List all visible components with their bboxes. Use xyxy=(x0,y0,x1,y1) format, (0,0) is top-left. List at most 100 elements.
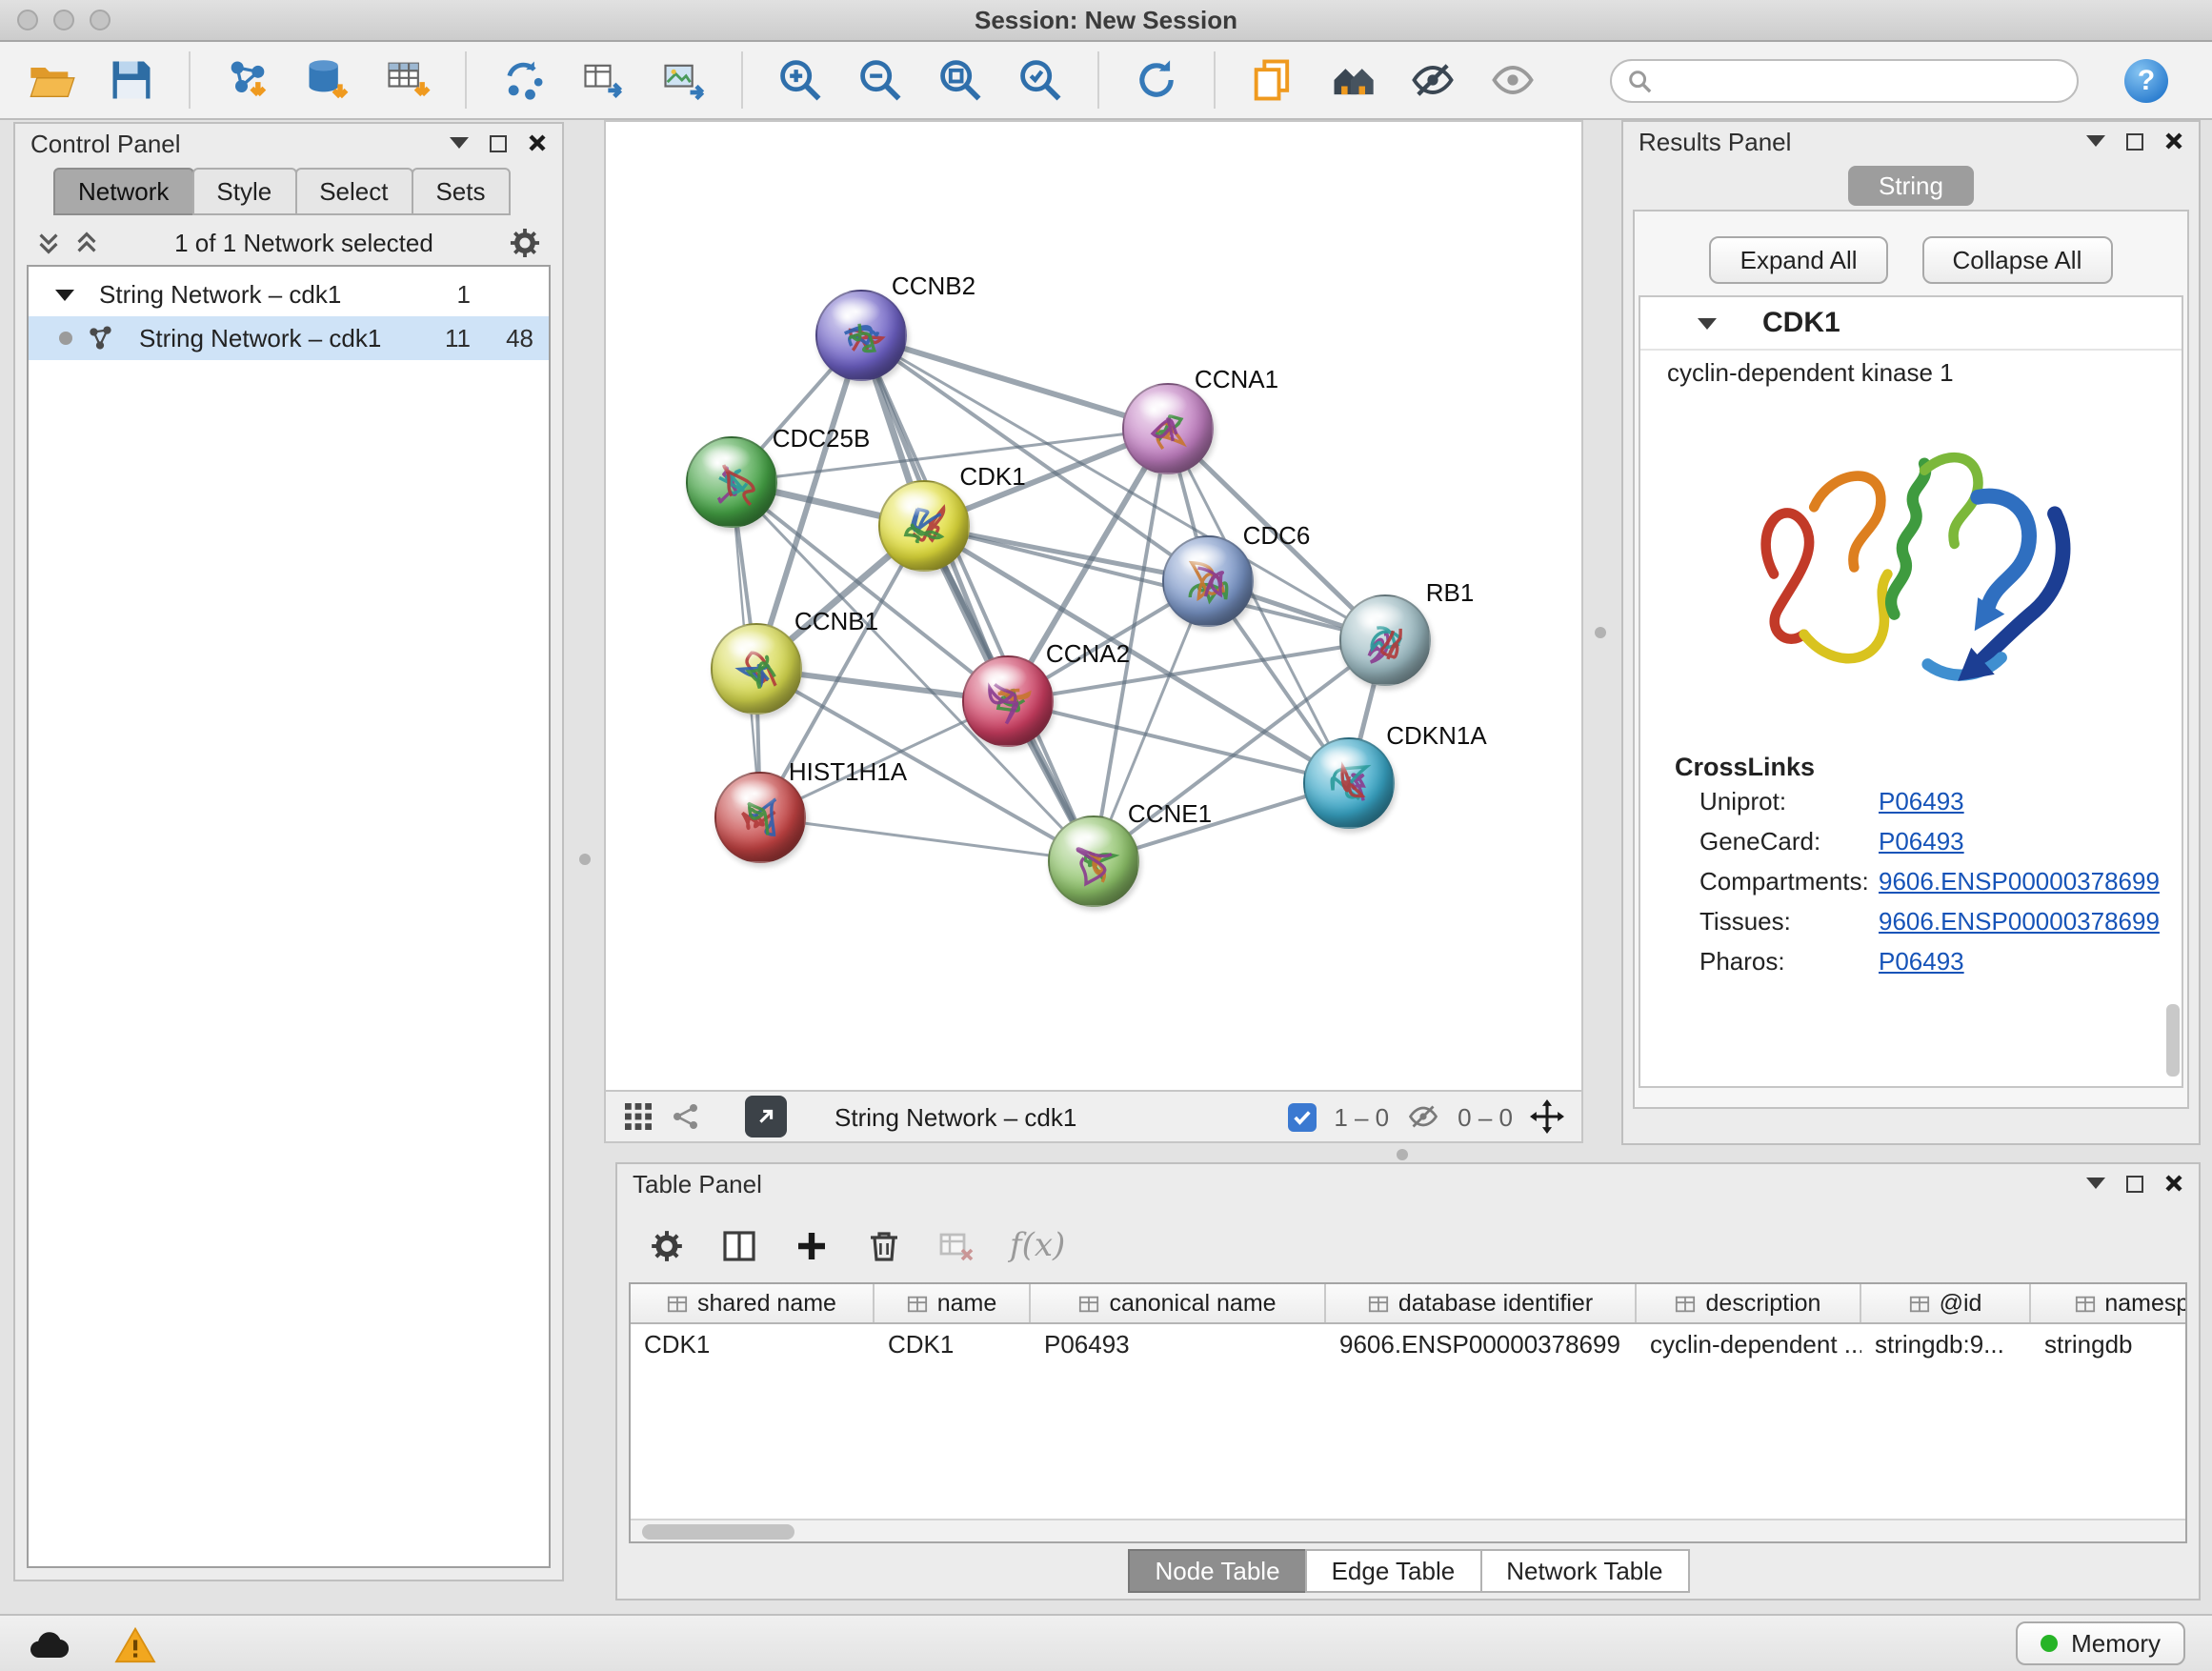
collapse-all-networks-icon[interactable] xyxy=(34,229,63,257)
open-in-new-window-button[interactable] xyxy=(745,1096,787,1137)
zoom-out-button[interactable] xyxy=(848,48,913,112)
network-node-cdc6[interactable] xyxy=(1162,535,1254,627)
expander-icon[interactable] xyxy=(55,289,74,300)
grid-icon[interactable] xyxy=(623,1101,654,1132)
float-panel-icon[interactable] xyxy=(2126,1175,2143,1192)
string-results-container: Expand All Collapse All CDK1 cyclin-depe… xyxy=(1633,210,2189,1109)
zoom-fit-button[interactable] xyxy=(928,48,993,112)
panel-menu-icon[interactable] xyxy=(2086,1178,2105,1189)
network-tree: String Network – cdk11String Network – c… xyxy=(27,265,551,1568)
hscroll-thumb[interactable] xyxy=(642,1524,794,1540)
import-network-database-button[interactable] xyxy=(295,48,360,112)
open-folder-icon xyxy=(27,55,76,105)
import-table-file-button[interactable] xyxy=(375,48,440,112)
close-panel-icon[interactable] xyxy=(528,133,547,152)
tab-select[interactable]: Select xyxy=(294,168,412,215)
show-all-button[interactable] xyxy=(1480,48,1545,112)
section-scrollbar[interactable] xyxy=(2166,1004,2180,1077)
export-network-button[interactable] xyxy=(572,48,636,112)
column-header-name[interactable]: name xyxy=(875,1284,1031,1322)
cloud-icon[interactable] xyxy=(27,1624,72,1662)
network-canvas[interactable]: CCNB2CCNA1CDC25BCDK1CDC6RB1CCNB1CCNA2CDK… xyxy=(604,120,1583,1143)
import-network-file-button[interactable] xyxy=(215,48,280,112)
network-node-cdkn1a[interactable] xyxy=(1303,737,1395,829)
column-header-canonical-name[interactable]: canonical name xyxy=(1031,1284,1326,1322)
zoom-in-button[interactable] xyxy=(768,48,833,112)
network-node-cdk1[interactable] xyxy=(878,480,970,572)
gene-name: CDK1 xyxy=(1762,307,1840,339)
collapse-section-icon[interactable] xyxy=(1698,317,1717,329)
network-node-cdc25b[interactable] xyxy=(686,436,777,528)
delete-column-icon[interactable] xyxy=(865,1226,903,1264)
protein-structure-image xyxy=(1720,413,2101,715)
crosslink-uniprot-link[interactable]: P06493 xyxy=(1879,787,1964,815)
tab-style[interactable]: Style xyxy=(191,168,296,215)
table-settings-gear-icon[interactable] xyxy=(648,1226,686,1264)
crosslink-genecard-link[interactable]: P06493 xyxy=(1879,827,1964,856)
float-panel-icon[interactable] xyxy=(490,134,507,151)
move-icon[interactable] xyxy=(1530,1099,1564,1134)
network-icon[interactable] xyxy=(671,1101,701,1132)
selected-nodes-checkbox[interactable] xyxy=(1288,1102,1317,1131)
tab-edge-table[interactable]: Edge Table xyxy=(1305,1549,1482,1593)
crosslink-pharos-link[interactable]: P06493 xyxy=(1879,947,1964,976)
export-image-button[interactable] xyxy=(652,48,716,112)
add-column-icon[interactable] xyxy=(793,1226,831,1264)
column-header-description[interactable]: description xyxy=(1637,1284,1861,1322)
warning-icon[interactable] xyxy=(114,1624,156,1662)
copy-document-button[interactable] xyxy=(1240,48,1305,112)
refresh-button[interactable] xyxy=(1124,48,1189,112)
zoom-selected-button[interactable] xyxy=(1008,48,1073,112)
table-row[interactable]: CDK1CDK1P064939606.ENSP00000378699cyclin… xyxy=(631,1324,2185,1364)
tab-string[interactable]: String xyxy=(1848,166,1974,206)
new-network-from-selection-button[interactable] xyxy=(492,48,556,112)
crosslink-compartments-link[interactable]: 9606.ENSP00000378699 xyxy=(1879,867,2160,896)
table-panel: Table Panel f(x) shared namenamecanonica… xyxy=(615,1162,2201,1601)
float-panel-icon[interactable] xyxy=(2126,132,2143,150)
save-icon xyxy=(107,55,156,105)
tab-node-table[interactable]: Node Table xyxy=(1128,1549,1306,1593)
hidden-eye-slash-icon[interactable] xyxy=(1406,1099,1440,1134)
toolbar-search[interactable] xyxy=(1610,58,2079,102)
crosslink-tissues-link[interactable]: 9606.ENSP00000378699 xyxy=(1879,907,2160,936)
column-header-id[interactable]: @id xyxy=(1861,1284,2031,1322)
results-panel-header: Results Panel xyxy=(1623,122,2199,160)
network-node-ccnb1[interactable] xyxy=(711,623,802,715)
hide-selected-button[interactable] xyxy=(1400,48,1465,112)
bottom-splitter-handle[interactable] xyxy=(1397,1149,1408,1160)
network-node-ccna2[interactable] xyxy=(962,655,1054,747)
save-session-button[interactable] xyxy=(99,48,164,112)
memory-button[interactable]: Memory xyxy=(2016,1621,2185,1665)
column-header-shared-name[interactable]: shared name xyxy=(631,1284,875,1322)
search-input[interactable] xyxy=(1663,66,2061,94)
network-node-rb1[interactable] xyxy=(1339,594,1431,686)
tab-network[interactable]: Network xyxy=(53,168,193,215)
panel-menu-icon[interactable] xyxy=(2086,135,2105,147)
show-columns-icon[interactable] xyxy=(720,1226,758,1264)
table-hscrollbar[interactable] xyxy=(631,1519,2185,1541)
tab-sets[interactable]: Sets xyxy=(411,168,510,215)
home-button[interactable] xyxy=(1320,48,1385,112)
right-splitter-handle[interactable] xyxy=(1595,627,1606,638)
panel-menu-icon[interactable] xyxy=(450,137,469,149)
close-panel-icon[interactable] xyxy=(2164,131,2183,151)
left-splitter-handle[interactable] xyxy=(579,854,591,865)
function-builder-button[interactable]: f(x) xyxy=(1010,1226,1065,1264)
expand-all-networks-icon[interactable] xyxy=(72,229,101,257)
close-panel-icon[interactable] xyxy=(2164,1174,2183,1193)
collapse-all-button[interactable]: Collapse All xyxy=(1922,236,2113,284)
network-node-ccne1[interactable] xyxy=(1048,815,1139,907)
column-header-namespac[interactable]: namespac xyxy=(2031,1284,2187,1322)
home-icon xyxy=(1328,55,1377,105)
network-node-ccnb2[interactable] xyxy=(815,290,907,381)
tree-row-network[interactable]: String Network – cdk11148 xyxy=(29,316,549,360)
open-session-button[interactable] xyxy=(19,48,84,112)
tab-network-table[interactable]: Network Table xyxy=(1479,1549,1689,1593)
network-node-ccna1[interactable] xyxy=(1122,383,1214,474)
expand-all-button[interactable]: Expand All xyxy=(1710,236,1888,284)
gear-icon[interactable] xyxy=(507,225,543,261)
node-label: CDKN1A xyxy=(1386,721,1487,750)
help-button[interactable]: ? xyxy=(2124,58,2168,102)
tree-row-collection[interactable]: String Network – cdk11 xyxy=(29,272,549,316)
column-header-database-identifier[interactable]: database identifier xyxy=(1326,1284,1637,1322)
